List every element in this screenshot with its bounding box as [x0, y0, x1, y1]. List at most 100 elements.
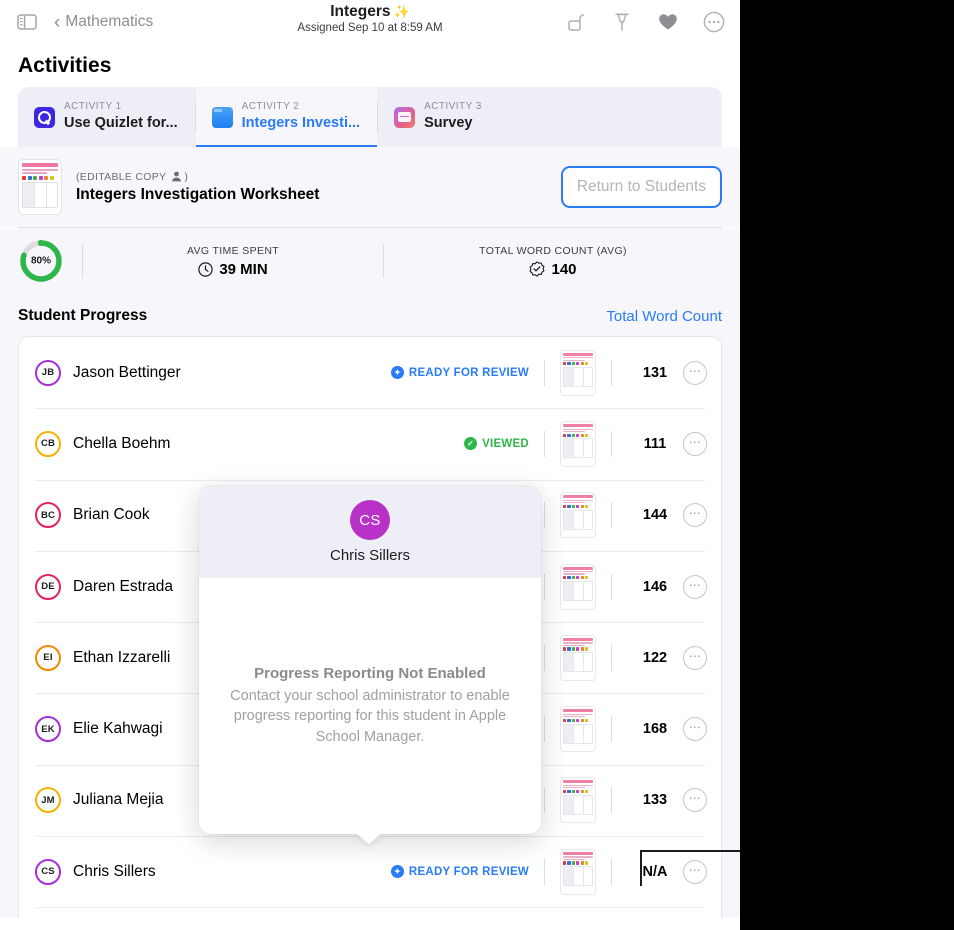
- more-icon[interactable]: [702, 10, 726, 34]
- badge-check-icon: [529, 261, 545, 277]
- tab-1-kicker: ACTIVITY 1: [64, 101, 178, 114]
- row-more-button[interactable]: ⋯: [683, 361, 707, 385]
- table-row[interactable]: JBJason Bettinger✦READY FOR REVIEW131⋯: [19, 337, 721, 408]
- tab-1-name: Use Quizlet for...: [64, 114, 178, 133]
- return-to-students-button[interactable]: Return to Students: [561, 166, 722, 208]
- tab-2-kicker: ACTIVITY 2: [242, 101, 360, 114]
- word-count-value: 133: [627, 792, 683, 808]
- clock-icon: [198, 262, 213, 277]
- table-row[interactable]: CBChella Boehm✓VIEWED111⋯: [19, 408, 721, 479]
- student-name: Juliana Mejia: [73, 791, 163, 809]
- tab-2-name: Integers Investi...: [242, 114, 360, 133]
- row-right-group: 144⋯: [529, 492, 707, 538]
- status-badge-label: READY FOR REVIEW: [409, 367, 529, 379]
- row-divider: [611, 716, 612, 742]
- student-work-thumbnail[interactable]: [560, 777, 596, 823]
- stat-avg-time-value-wrap: 39 MIN: [83, 261, 383, 278]
- table-row[interactable]: CSChris Sillers✦READY FOR REVIEWN/A⋯: [19, 836, 721, 907]
- row-right-group: ✓ VIEWED 111⋯: [464, 421, 707, 467]
- row-divider: [544, 787, 545, 813]
- avatar: CB: [35, 431, 61, 457]
- heart-icon[interactable]: [656, 10, 680, 34]
- assignment-detail-window: ‹ Mathematics Integers ✨ Assigned Sep 10…: [0, 0, 740, 930]
- row-more-button[interactable]: ⋯: [683, 432, 707, 456]
- popover-tail: [356, 833, 382, 844]
- chevron-left-icon: ‹: [54, 13, 60, 32]
- stat-avg-time-spent: AVG TIME SPENT 39 MIN: [83, 245, 383, 278]
- check-circle-icon: ✓: [464, 437, 477, 450]
- worksheet-text: (EDITABLE COPY ) Integers Investigation …: [76, 170, 547, 204]
- pin-icon[interactable]: [610, 10, 634, 34]
- tab-activity-1[interactable]: ACTIVITY 1 Use Quizlet for...: [18, 87, 195, 147]
- review-dot-icon: ✦: [391, 865, 404, 878]
- worksheet-kicker: (EDITABLE COPY ): [76, 170, 547, 183]
- popover-title: Progress Reporting Not Enabled: [254, 665, 486, 682]
- row-right-group: ✦ READY FOR REVIEW 131⋯: [391, 350, 707, 396]
- row-more-button[interactable]: ⋯: [683, 575, 707, 599]
- student-work-thumbnail[interactable]: [560, 421, 596, 467]
- status-badge: ✦ READY FOR REVIEW: [391, 366, 529, 379]
- word-count-value: 146: [627, 579, 683, 595]
- folder-icon: [212, 107, 233, 128]
- student-name: Chris Sillers: [73, 863, 156, 881]
- word-count-value: 111: [627, 436, 683, 452]
- back-to-mathematics-link[interactable]: ‹ Mathematics: [54, 13, 153, 32]
- stat-word-count-label: TOTAL WORD COUNT (AVG): [384, 245, 722, 257]
- page-title: Activities: [0, 44, 740, 87]
- row-divider: [611, 859, 612, 885]
- quizlet-icon: [34, 107, 55, 128]
- student-progress-header: Student Progress Total Word Count: [0, 294, 740, 336]
- row-right-group: 122⋯: [529, 635, 707, 681]
- table-row[interactable]: ⋯: [19, 907, 721, 918]
- row-more-button[interactable]: ⋯: [683, 646, 707, 670]
- completion-percent: 80%: [18, 256, 64, 267]
- total-word-count-link[interactable]: Total Word Count: [606, 308, 722, 325]
- sidebar-toggle-icon[interactable]: [14, 9, 40, 35]
- student-work-thumbnail[interactable]: [560, 350, 596, 396]
- worksheet-thumbnail[interactable]: [18, 159, 62, 215]
- worksheet-header: (EDITABLE COPY ) Integers Investigation …: [0, 147, 740, 227]
- row-divider: [544, 431, 545, 457]
- row-divider: [544, 360, 545, 386]
- row-divider: [544, 645, 545, 671]
- toolbar-actions: [564, 10, 726, 34]
- tab-3-name: Survey: [424, 114, 482, 133]
- row-right-group: 168⋯: [529, 706, 707, 752]
- row-more-button[interactable]: ⋯: [683, 717, 707, 741]
- row-more-button[interactable]: ⋯: [683, 788, 707, 812]
- student-name: Brian Cook: [73, 506, 150, 524]
- status-badge: ✓ VIEWED: [464, 437, 529, 450]
- review-dot-icon: ✦: [391, 366, 404, 379]
- tab-activity-2[interactable]: ACTIVITY 2 Integers Investi...: [196, 87, 377, 147]
- row-right-group: ✦READY FOR REVIEWN/A⋯: [391, 849, 707, 895]
- person-icon: [170, 170, 183, 183]
- row-more-button[interactable]: ⋯: [683, 503, 707, 527]
- worksheet-name: Integers Investigation Worksheet: [76, 186, 547, 204]
- student-work-thumbnail[interactable]: [560, 706, 596, 752]
- row-right-group: 133⋯: [529, 777, 707, 823]
- row-divider: [611, 787, 612, 813]
- worksheet-kicker-label: (EDITABLE COPY: [76, 171, 166, 183]
- student-work-thumbnail[interactable]: [560, 849, 596, 895]
- unlock-icon[interactable]: [564, 10, 588, 34]
- completion-ring: 80%: [18, 238, 64, 284]
- callout-line-vertical: [640, 850, 642, 886]
- student-work-thumbnail[interactable]: [560, 564, 596, 610]
- student-name: Jason Bettinger: [73, 364, 181, 382]
- student-work-thumbnail[interactable]: [560, 635, 596, 681]
- row-more-button[interactable]: ⋯: [683, 860, 707, 884]
- row-divider: [611, 431, 612, 457]
- tab-activity-3[interactable]: ACTIVITY 3 Survey: [378, 87, 499, 147]
- stat-avg-time-label: AVG TIME SPENT: [83, 245, 383, 257]
- word-count-value: 131: [627, 365, 683, 381]
- toolbar: ‹ Mathematics Integers ✨ Assigned Sep 10…: [0, 0, 740, 44]
- status-badge-label: VIEWED: [482, 438, 529, 450]
- status-badge: ✦READY FOR REVIEW: [391, 865, 529, 878]
- stat-word-count-value: 140: [551, 261, 576, 278]
- student-name: Elie Kahwagi: [73, 720, 163, 738]
- activities-panel: ACTIVITY 1 Use Quizlet for... ACTIVITY 2…: [18, 87, 722, 147]
- row-divider: [611, 502, 612, 528]
- avatar: EI: [35, 645, 61, 671]
- assignment-title: Integers ✨: [330, 3, 410, 21]
- student-work-thumbnail[interactable]: [560, 492, 596, 538]
